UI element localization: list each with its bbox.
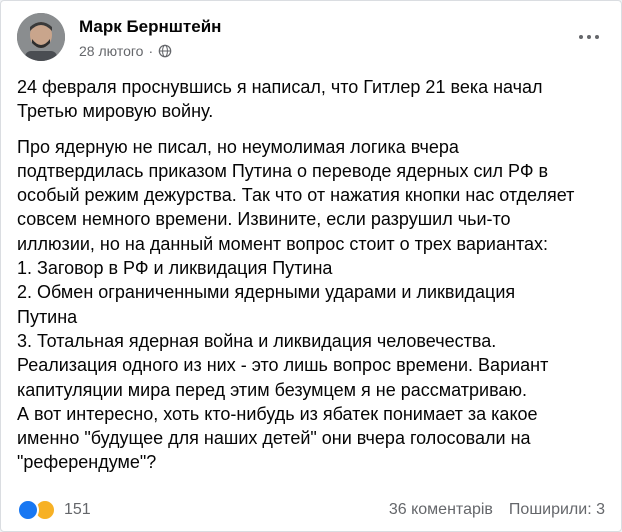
comments-count-link[interactable]: 36 коментарів: [389, 501, 493, 519]
post-date[interactable]: 28 лютого: [79, 43, 143, 59]
author-avatar[interactable]: [17, 13, 65, 61]
post-stats: 36 коментарів Поширили: 3: [389, 501, 605, 519]
like-reaction-icon: [17, 499, 39, 521]
avatar-photo: [17, 13, 65, 61]
reactions-summary[interactable]: 151: [17, 499, 91, 521]
post-footer: 151 36 коментарів Поширили: 3: [17, 497, 605, 523]
reaction-count: 151: [64, 501, 91, 518]
shares-count-link[interactable]: Поширили: 3: [509, 501, 605, 519]
post-paragraph: 24 февраля проснувшись я написал, что Ги…: [17, 77, 543, 122]
post-paragraph: Про ядерную не писал, но неумолимая логи…: [17, 136, 575, 473]
author-name[interactable]: Марк Бернштейн: [79, 17, 221, 37]
post-card: Марк Бернштейн 28 лютого · 24 февраля пр…: [0, 0, 622, 532]
globe-icon[interactable]: [158, 44, 172, 58]
post-meta: 28 лютого ·: [79, 43, 172, 59]
meta-separator: ·: [148, 43, 154, 59]
post-header: Марк Бернштейн 28 лютого ·: [17, 13, 605, 61]
more-options-icon[interactable]: [575, 27, 603, 47]
post-text: 24 февраля проснувшись я написал, что Ги…: [17, 75, 607, 486]
